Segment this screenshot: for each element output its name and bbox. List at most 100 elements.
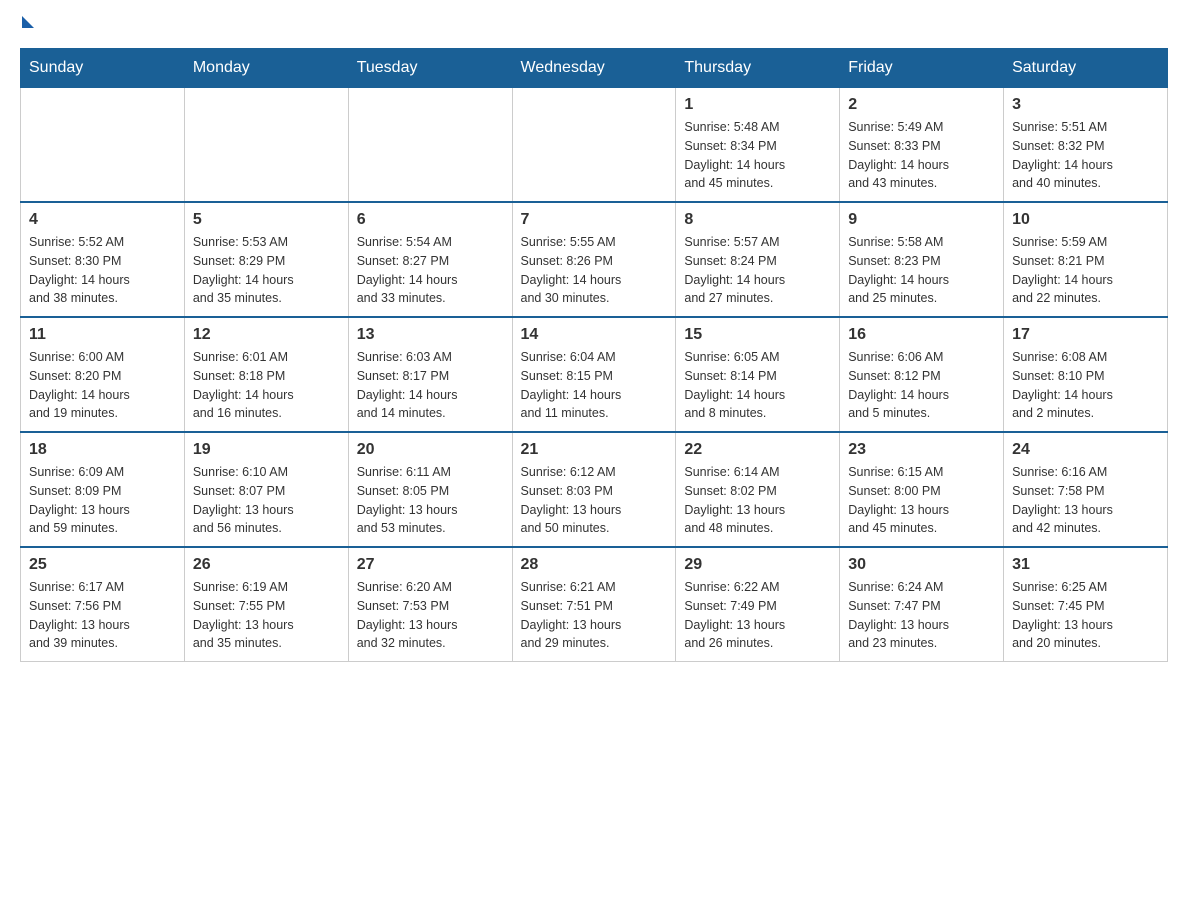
calendar-cell [184,88,348,203]
calendar-cell: 26 Sunrise: 6:19 AM Sunset: 7:55 PM Dayli… [184,547,348,662]
calendar-cell: 28 Sunrise: 6:21 AM Sunset: 7:51 PM Dayli… [512,547,676,662]
page-header [20,20,1168,28]
calendar-cell: 31 Sunrise: 6:25 AM Sunset: 7:45 PM Dayli… [1004,547,1168,662]
day-info: Sunrise: 6:05 AM Sunset: 8:14 PM Dayligh… [684,348,831,423]
day-info: Sunrise: 5:51 AM Sunset: 8:32 PM Dayligh… [1012,118,1159,193]
logo [20,20,34,28]
day-info: Sunrise: 6:15 AM Sunset: 8:00 PM Dayligh… [848,463,995,538]
weekday-header-tuesday: Tuesday [348,49,512,88]
calendar-week-1: 1Sunrise: 5:48 AM Sunset: 8:34 PM Daylig… [21,88,1168,203]
calendar-cell: 10 Sunrise: 5:59 AM Sunset: 8:21 PM Dayli… [1004,202,1168,317]
day-number: 28 [521,556,668,574]
logo-triangle-icon [22,16,34,28]
weekday-header-saturday: Saturday [1004,49,1168,88]
weekday-header-wednesday: Wednesday [512,49,676,88]
calendar-week-5: 25Sunrise: 6:17 AM Sunset: 7:56 PM Dayli… [21,547,1168,662]
day-number: 14 [521,326,668,344]
day-number: 24 [1012,441,1159,459]
weekday-header-monday: Monday [184,49,348,88]
calendar-cell: 13 Sunrise: 6:03 AM Sunset: 8:17 PM Dayli… [348,317,512,432]
day-info: Sunrise: 5:59 AM Sunset: 8:21 PM Dayligh… [1012,233,1159,308]
day-info: Sunrise: 6:25 AM Sunset: 7:45 PM Dayligh… [1012,578,1159,653]
day-info: Sunrise: 6:10 AM Sunset: 8:07 PM Dayligh… [193,463,340,538]
day-info: Sunrise: 6:24 AM Sunset: 7:47 PM Dayligh… [848,578,995,653]
day-info: Sunrise: 6:06 AM Sunset: 8:12 PM Dayligh… [848,348,995,423]
day-info: Sunrise: 5:52 AM Sunset: 8:30 PM Dayligh… [29,233,176,308]
day-number: 26 [193,556,340,574]
day-info: Sunrise: 6:08 AM Sunset: 8:10 PM Dayligh… [1012,348,1159,423]
calendar-cell: 23 Sunrise: 6:15 AM Sunset: 8:00 PM Dayli… [840,432,1004,547]
day-number: 5 [193,211,340,229]
day-number: 8 [684,211,831,229]
day-number: 7 [521,211,668,229]
calendar-cell: 7 Sunrise: 5:55 AM Sunset: 8:26 PM Daylig… [512,202,676,317]
day-info: Sunrise: 5:49 AM Sunset: 8:33 PM Dayligh… [848,118,995,193]
calendar-cell: 22Sunrise: 6:14 AM Sunset: 8:02 PM Dayli… [676,432,840,547]
calendar-cell: 29Sunrise: 6:22 AM Sunset: 7:49 PM Dayli… [676,547,840,662]
calendar-cell: 16 Sunrise: 6:06 AM Sunset: 8:12 PM Dayli… [840,317,1004,432]
day-info: Sunrise: 5:54 AM Sunset: 8:27 PM Dayligh… [357,233,504,308]
day-info: Sunrise: 6:16 AM Sunset: 7:58 PM Dayligh… [1012,463,1159,538]
day-number: 19 [193,441,340,459]
day-number: 6 [357,211,504,229]
calendar-cell: 5 Sunrise: 5:53 AM Sunset: 8:29 PM Daylig… [184,202,348,317]
day-info: Sunrise: 6:20 AM Sunset: 7:53 PM Dayligh… [357,578,504,653]
day-number: 13 [357,326,504,344]
day-info: Sunrise: 6:03 AM Sunset: 8:17 PM Dayligh… [357,348,504,423]
calendar-cell: 15 Sunrise: 6:05 AM Sunset: 8:14 PM Dayli… [676,317,840,432]
calendar-cell: 18 Sunrise: 6:09 AM Sunset: 8:09 PM Dayli… [21,432,185,547]
day-info: Sunrise: 6:14 AM Sunset: 8:02 PM Dayligh… [684,463,831,538]
day-number: 11 [29,326,176,344]
calendar-cell [21,88,185,203]
calendar-cell: 6 Sunrise: 5:54 AM Sunset: 8:27 PM Daylig… [348,202,512,317]
day-info: Sunrise: 6:11 AM Sunset: 8:05 PM Dayligh… [357,463,504,538]
weekday-header-sunday: Sunday [21,49,185,88]
calendar-week-4: 18 Sunrise: 6:09 AM Sunset: 8:09 PM Dayli… [21,432,1168,547]
calendar-cell: 14 Sunrise: 6:04 AM Sunset: 8:15 PM Dayli… [512,317,676,432]
day-info: Sunrise: 6:12 AM Sunset: 8:03 PM Dayligh… [521,463,668,538]
calendar-header-row: SundayMondayTuesdayWednesdayThursdayFrid… [21,49,1168,88]
calendar-week-3: 11 Sunrise: 6:00 AM Sunset: 8:20 PM Dayli… [21,317,1168,432]
calendar-cell: 3 Sunrise: 5:51 AM Sunset: 8:32 PM Daylig… [1004,88,1168,203]
day-info: Sunrise: 6:21 AM Sunset: 7:51 PM Dayligh… [521,578,668,653]
calendar-cell: 24 Sunrise: 6:16 AM Sunset: 7:58 PM Dayli… [1004,432,1168,547]
day-number: 17 [1012,326,1159,344]
calendar-cell: 30Sunrise: 6:24 AM Sunset: 7:47 PM Dayli… [840,547,1004,662]
calendar-cell: 27 Sunrise: 6:20 AM Sunset: 7:53 PM Dayli… [348,547,512,662]
day-number: 23 [848,441,995,459]
calendar-week-2: 4 Sunrise: 5:52 AM Sunset: 8:30 PM Daylig… [21,202,1168,317]
day-number: 2 [848,96,995,114]
day-number: 10 [1012,211,1159,229]
day-number: 15 [684,326,831,344]
calendar-cell: 20 Sunrise: 6:11 AM Sunset: 8:05 PM Dayli… [348,432,512,547]
calendar-cell: 8Sunrise: 5:57 AM Sunset: 8:24 PM Daylig… [676,202,840,317]
day-number: 18 [29,441,176,459]
calendar-cell: 1Sunrise: 5:48 AM Sunset: 8:34 PM Daylig… [676,88,840,203]
calendar-cell: 25Sunrise: 6:17 AM Sunset: 7:56 PM Dayli… [21,547,185,662]
day-info: Sunrise: 5:55 AM Sunset: 8:26 PM Dayligh… [521,233,668,308]
day-info: Sunrise: 6:19 AM Sunset: 7:55 PM Dayligh… [193,578,340,653]
calendar-cell: 2 Sunrise: 5:49 AM Sunset: 8:33 PM Daylig… [840,88,1004,203]
day-number: 31 [1012,556,1159,574]
calendar-cell: 17 Sunrise: 6:08 AM Sunset: 8:10 PM Dayli… [1004,317,1168,432]
day-info: Sunrise: 6:17 AM Sunset: 7:56 PM Dayligh… [29,578,176,653]
calendar-cell: 4 Sunrise: 5:52 AM Sunset: 8:30 PM Daylig… [21,202,185,317]
day-info: Sunrise: 6:09 AM Sunset: 8:09 PM Dayligh… [29,463,176,538]
day-info: Sunrise: 5:53 AM Sunset: 8:29 PM Dayligh… [193,233,340,308]
day-number: 3 [1012,96,1159,114]
calendar-cell: 12Sunrise: 6:01 AM Sunset: 8:18 PM Dayli… [184,317,348,432]
weekday-header-friday: Friday [840,49,1004,88]
day-number: 21 [521,441,668,459]
day-number: 20 [357,441,504,459]
day-info: Sunrise: 5:58 AM Sunset: 8:23 PM Dayligh… [848,233,995,308]
day-info: Sunrise: 6:00 AM Sunset: 8:20 PM Dayligh… [29,348,176,423]
day-info: Sunrise: 6:04 AM Sunset: 8:15 PM Dayligh… [521,348,668,423]
day-number: 4 [29,211,176,229]
calendar-table: SundayMondayTuesdayWednesdayThursdayFrid… [20,48,1168,662]
day-number: 27 [357,556,504,574]
day-number: 16 [848,326,995,344]
calendar-cell: 19 Sunrise: 6:10 AM Sunset: 8:07 PM Dayli… [184,432,348,547]
day-number: 1 [684,96,831,114]
day-number: 9 [848,211,995,229]
day-info: Sunrise: 6:22 AM Sunset: 7:49 PM Dayligh… [684,578,831,653]
